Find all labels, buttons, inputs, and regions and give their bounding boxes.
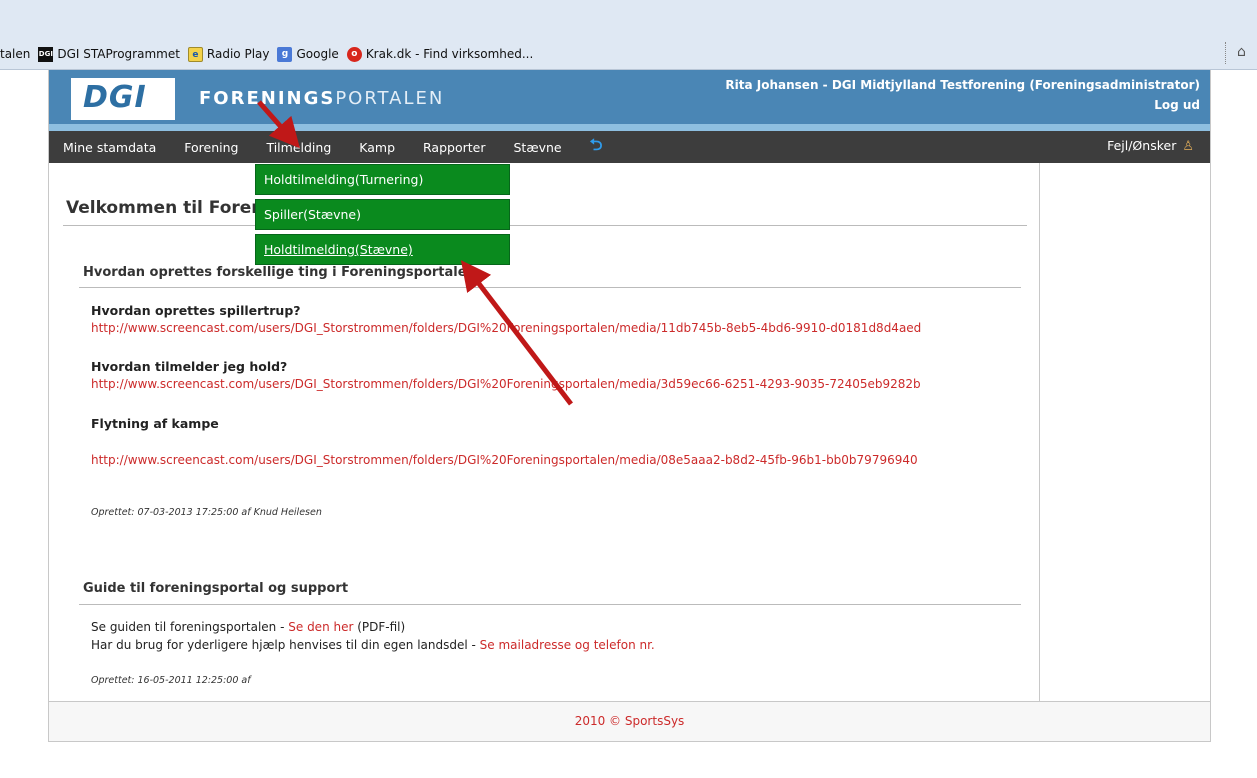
guide-line: Se guiden til foreningsportalen - Se den… xyxy=(91,620,405,634)
dgi-logo[interactable]: DGI xyxy=(71,78,175,120)
person-icon: ♙ xyxy=(1182,139,1194,154)
guide-pdf-link[interactable]: Se den her xyxy=(288,620,353,634)
toolbar-separator xyxy=(1225,42,1227,64)
title-divider xyxy=(63,225,1027,226)
support-text: Har du brug for yderligere hjælp henvise… xyxy=(91,638,480,652)
logo-text: DGI xyxy=(83,80,147,115)
menu-item-kamp[interactable]: Kamp xyxy=(345,140,409,155)
dropdown-item-holdtilmelding-staevne[interactable]: Holdtilmelding(Stævne) xyxy=(255,234,510,265)
favorite-label: DGI STAProgrammet xyxy=(57,47,180,61)
created-meta: Oprettet: 07-03-2013 17:25:00 af Knud He… xyxy=(91,507,322,518)
favorite-label: talen xyxy=(0,47,31,61)
menu-item-mine-stamdata[interactable]: Mine stamdata xyxy=(49,140,170,155)
feedback-link[interactable]: Fejl/Ønsker ♙ xyxy=(1107,138,1194,154)
section-title-guide: Guide til foreningsportal og support xyxy=(83,581,349,596)
feedback-label: Fejl/Ønsker xyxy=(1107,138,1177,153)
created-meta: Oprettet: 16-05-2011 12:25:00 af xyxy=(91,675,251,686)
dropdown-item-holdtilmelding-turnering[interactable]: Holdtilmelding(Turnering) xyxy=(255,164,510,195)
favorites-list: talen DGI DGI STAProgrammet e Radio Play… xyxy=(0,44,541,64)
tilmelding-dropdown: Holdtilmelding(Turnering) Spiller(Stævne… xyxy=(255,164,510,269)
site-header: DGI FORENINGSPORTALEN Rita Johansen - DG… xyxy=(49,70,1210,124)
dropdown-item-spiller-staevne[interactable]: Spiller(Stævne) xyxy=(255,199,510,230)
right-sidebar xyxy=(1039,163,1210,701)
dgi-favicon-icon: DGI xyxy=(38,46,54,62)
section-divider xyxy=(79,287,1021,288)
undo-icon[interactable]: ⮌ xyxy=(576,134,617,161)
ie-page-icon: e xyxy=(187,46,203,62)
guide-text: Se guiden til foreningsportalen - xyxy=(91,620,289,634)
support-line: Har du brug for yderligere hjælp henvise… xyxy=(91,638,655,652)
favorite-label: Krak.dk - Find virksomhed... xyxy=(365,47,534,61)
page-frame: DGI FORENINGSPORTALEN Rita Johansen - DG… xyxy=(48,70,1211,742)
favorite-label: Google xyxy=(296,47,339,61)
link-tilmeld-hold-video[interactable]: http://www.screencast.com/users/DGI_Stor… xyxy=(91,377,921,391)
portal-title: FORENINGSPORTALEN xyxy=(199,88,444,109)
page-title: Velkommen til Forer xyxy=(66,198,260,218)
favorite-label: Radio Play xyxy=(206,47,270,61)
favorite-dgi-staprogrammet[interactable]: DGI DGI STAProgrammet xyxy=(38,46,180,62)
favorite-portal[interactable]: talen xyxy=(0,47,30,61)
section-divider xyxy=(79,604,1021,605)
portal-title-bold: FORENINGS xyxy=(199,88,336,109)
main-menu: Mine stamdata Forening Tilmelding Kamp R… xyxy=(49,131,616,163)
portal-title-rest: PORTALEN xyxy=(335,88,445,109)
favorite-krak[interactable]: o Krak.dk - Find virksomhed... xyxy=(346,46,534,62)
menu-item-rapporter[interactable]: Rapporter xyxy=(409,140,499,155)
link-flytning-kampe-video[interactable]: http://www.screencast.com/users/DGI_Stor… xyxy=(91,453,918,467)
menu-item-forening[interactable]: Forening xyxy=(170,140,252,155)
menu-item-staevne[interactable]: Stævne xyxy=(499,140,575,155)
favorite-google[interactable]: g Google xyxy=(277,46,339,62)
main-menu-bar: Mine stamdata Forening Tilmelding Kamp R… xyxy=(49,131,1210,163)
link-spillertrup-video[interactable]: http://www.screencast.com/users/DGI_Stor… xyxy=(91,321,921,335)
footer: 2010 © SportsSys xyxy=(49,701,1210,741)
menu-item-tilmelding[interactable]: Tilmelding xyxy=(252,140,345,155)
krak-favicon-icon: o xyxy=(346,46,362,62)
user-name: Rita Johansen - DGI Midtjylland Testfore… xyxy=(725,78,1200,92)
favorite-radio-play[interactable]: e Radio Play xyxy=(187,46,270,62)
question-flytning-kampe: Flytning af kampe xyxy=(91,416,219,431)
support-contact-link[interactable]: Se mailadresse og telefon nr. xyxy=(480,638,655,652)
main-content: Velkommen til Forer Hvordan oprettes for… xyxy=(49,163,1039,701)
browser-favorites-bar: talen DGI DGI STAProgrammet e Radio Play… xyxy=(0,0,1257,70)
question-spillertrup: Hvordan oprettes spillertrup? xyxy=(91,303,301,318)
guide-pdf-note: (PDF-fil) xyxy=(353,620,406,634)
home-icon[interactable]: ⌂ xyxy=(1237,44,1253,60)
header-accent-strip xyxy=(49,124,1210,131)
question-tilmeld-hold: Hvordan tilmelder jeg hold? xyxy=(91,359,288,374)
logout-link[interactable]: Log ud xyxy=(1154,98,1200,112)
google-favicon-icon: g xyxy=(277,46,293,62)
